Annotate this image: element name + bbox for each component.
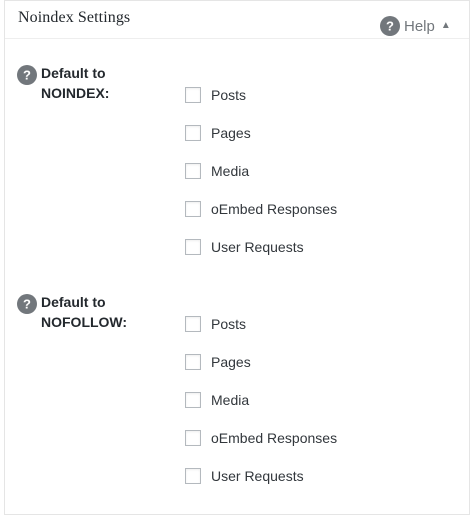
svg-text:?: ? [23,297,31,312]
noindex-label-line1: Default to [41,65,106,81]
svg-text:?: ? [23,68,31,83]
noindex-option-pages[interactable]: Pages [185,123,251,143]
option-label: Media [211,163,250,179]
noindex-oembed-checkbox[interactable] [185,201,201,217]
nofollow-option-user-requests[interactable]: User Requests [185,466,304,486]
nofollow-option-oembed[interactable]: oEmbed Responses [185,428,337,448]
option-label: User Requests [211,239,304,255]
option-label: Posts [211,316,247,332]
noindex-posts-checkbox[interactable] [185,87,201,103]
noindex-option-posts[interactable]: Posts [185,85,246,105]
nofollow-user-requests-checkbox[interactable] [185,468,201,484]
nofollow-media-checkbox[interactable] [185,392,201,408]
question-circle-icon[interactable]: ? [17,65,37,85]
noindex-option-media[interactable]: Media [185,161,249,181]
question-circle-icon[interactable]: ? [17,294,37,314]
nofollow-label-line2: NOFOLLOW: [41,314,128,330]
option-label: Pages [211,354,251,370]
question-circle-icon: ? [380,16,400,36]
nofollow-pages-checkbox[interactable] [185,354,201,370]
noindex-media-checkbox[interactable] [185,163,201,179]
option-label: Media [211,392,250,408]
noindex-settings-metabox: Noindex Settings ? Help ▲ ? Default to N… [4,0,470,515]
nofollow-option-media[interactable]: Media [185,390,249,410]
nofollow-option-posts[interactable]: Posts [185,314,246,334]
nofollow-posts-checkbox[interactable] [185,316,201,332]
noindex-user-requests-checkbox[interactable] [185,239,201,255]
metabox-header: Noindex Settings ? Help ▲ [5,1,469,39]
noindex-pages-checkbox[interactable] [185,125,201,141]
noindex-option-oembed[interactable]: oEmbed Responses [185,199,337,219]
option-label: oEmbed Responses [211,201,338,217]
noindex-option-user-requests[interactable]: User Requests [185,237,304,257]
svg-text:?: ? [386,19,394,34]
option-label: User Requests [211,468,304,484]
option-label: Pages [211,125,251,141]
metabox-title: Noindex Settings [18,9,131,26]
help-label: Help [404,17,435,35]
nofollow-oembed-checkbox[interactable] [185,430,201,446]
noindex-label-line2: NOINDEX: [41,85,110,101]
nofollow-option-pages[interactable]: Pages [185,352,251,372]
option-label: oEmbed Responses [211,430,338,446]
nofollow-label-line1: Default to [41,294,106,310]
option-label: Posts [211,87,247,103]
help-toggle-button[interactable]: ? Help ▲ [380,15,451,37]
caret-up-icon: ▲ [440,20,451,31]
